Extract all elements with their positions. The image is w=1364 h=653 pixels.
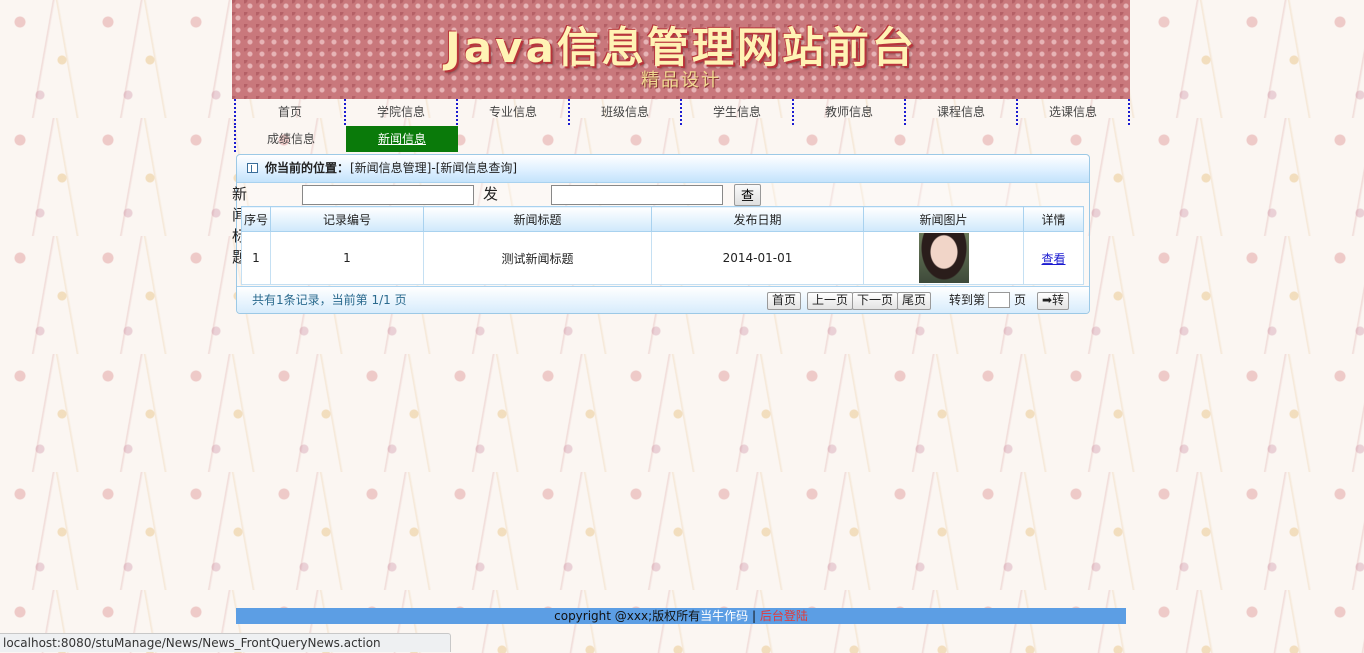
breadcrumb-label: 你当前的位置：	[265, 161, 350, 175]
prev-page-button[interactable]: 上一页	[807, 292, 854, 310]
cell-index: 1	[241, 231, 271, 285]
nav-teacher[interactable]: 教师信息	[794, 99, 906, 125]
nav-course-selection[interactable]: 选课信息	[1018, 99, 1130, 125]
nav-class[interactable]: 班级信息	[570, 99, 682, 125]
site-banner: Java信息管理网站前台 精品设计	[232, 0, 1130, 99]
view-detail-link[interactable]: 查看	[1041, 252, 1065, 266]
next-page-button[interactable]: 下一页	[852, 292, 899, 310]
cell-detail: 查看	[1023, 231, 1084, 285]
table-header-row: 序号 记录编号 新闻标题 发布日期 新闻图片 详情	[241, 206, 1084, 232]
col-detail: 详情	[1023, 206, 1084, 232]
pagination-info: 共有1条记录，当前第 1/1 页	[252, 293, 407, 307]
nav-news[interactable]: 新闻信息	[346, 126, 458, 152]
cell-image	[863, 231, 1024, 285]
table-row: 1 1 测试新闻标题 2014-01-01 查看	[241, 231, 1084, 285]
cell-record-id: 1	[270, 231, 424, 285]
copyright-text: copyright @xxx;版权所有	[554, 609, 701, 623]
news-title-input[interactable]	[302, 185, 474, 205]
nav-home[interactable]: 首页	[234, 99, 346, 125]
col-index: 序号	[241, 206, 271, 232]
page-number-input[interactable]	[988, 292, 1010, 308]
query-button[interactable]: 查询	[734, 184, 762, 223]
col-image: 新闻图片	[863, 206, 1024, 232]
admin-login-link[interactable]: 后台登陆	[760, 609, 808, 623]
cell-date: 2014-01-01	[651, 231, 864, 285]
cell-title: 测试新闻标题	[423, 231, 652, 285]
list-icon	[247, 163, 258, 173]
pagination-bar: 共有1条记录，当前第 1/1 页 首页 上一页 下一页 尾页 转到第 页 ➡转	[237, 286, 1089, 313]
footer-separator: |	[748, 609, 760, 623]
nav-course[interactable]: 课程信息	[906, 99, 1018, 125]
nav-student[interactable]: 学生信息	[682, 99, 794, 125]
goto-suffix: 页	[1014, 293, 1027, 307]
col-date: 发布日期	[651, 206, 864, 232]
nav-score[interactable]: 成绩信息	[234, 126, 346, 152]
main-nav: 首页 学院信息 专业信息 班级信息 学生信息 教师信息 课程信息 选课信息 成绩…	[234, 99, 1130, 153]
news-photo-thumbnail	[918, 233, 969, 283]
col-record-id: 记录编号	[270, 206, 424, 232]
last-page-button[interactable]: 尾页	[897, 292, 932, 310]
breadcrumb: 你当前的位置： [新闻信息管理]-[新闻信息查询]	[237, 155, 1089, 183]
author-link[interactable]: 当牛作码	[700, 609, 748, 623]
goto-button[interactable]: ➡转	[1037, 292, 1070, 310]
goto-prefix: 转到第	[949, 293, 986, 307]
news-table: 序号 记录编号 新闻标题 发布日期 新闻图片 详情 1 1 测试新闻标题 201…	[241, 206, 1084, 285]
banner-subtitle: 精品设计	[641, 70, 721, 91]
col-title: 新闻标题	[423, 206, 652, 232]
breadcrumb-path: [新闻信息管理]-[新闻信息查询]	[350, 161, 518, 175]
footer: copyright @xxx;版权所有当牛作码 | 后台登陆	[236, 608, 1126, 624]
nav-college[interactable]: 学院信息	[346, 99, 458, 125]
publish-date-input[interactable]	[551, 185, 723, 205]
nav-major[interactable]: 专业信息	[458, 99, 570, 125]
first-page-button[interactable]: 首页	[767, 292, 802, 310]
browser-status-bar: localhost:8080/stuManage/News/News_Front…	[0, 633, 451, 652]
